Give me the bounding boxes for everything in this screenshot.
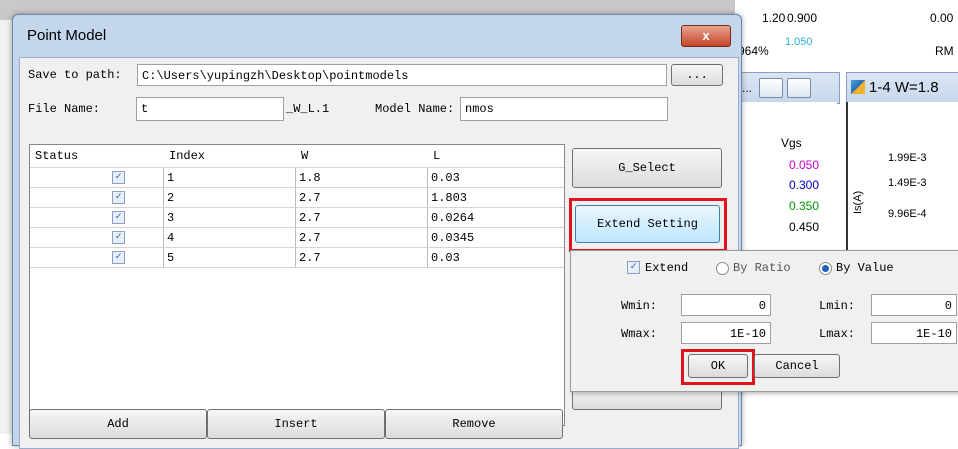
bg-window-title: 1-4 W=1.8 [869, 79, 939, 96]
table-header: Status Index W L [30, 145, 564, 168]
cell-w[interactable]: 2.7 [295, 248, 427, 267]
extend-label: Extend [645, 261, 689, 275]
cell-w[interactable]: 2.7 [295, 188, 427, 207]
bg-value: 1.20 [762, 11, 786, 25]
wmax-label: Wmax: [621, 327, 658, 341]
vgs-label: Vgs [781, 136, 802, 150]
by-ratio-radio[interactable] [716, 262, 729, 275]
row-status-checkbox[interactable]: ✓ [112, 251, 125, 264]
cell-l[interactable]: 0.03 [427, 248, 564, 267]
table-row[interactable]: ✓ 3 2.7 0.0264 [30, 208, 564, 228]
file-name-label: File Name: [28, 102, 101, 116]
cell-index[interactable]: 4 [163, 228, 295, 247]
row-status-checkbox[interactable]: ✓ [112, 191, 125, 204]
table-row[interactable]: ✓ 1 1.8 0.03 [30, 168, 564, 188]
bg-ellipsis: ... [742, 81, 753, 95]
bg-value: 0.00 [930, 11, 954, 25]
y-axis-label: Is(A) [852, 190, 864, 214]
point-table: Status Index W L ✓ 1 1.8 0.03 ✓ 2 2.7 1.… [29, 144, 565, 426]
vgs-value: 0.050 [789, 158, 820, 172]
vgs-value: 0.300 [789, 178, 820, 192]
model-name-input[interactable]: nmos [460, 97, 668, 121]
wmax-input[interactable]: 1E-10 [681, 322, 771, 344]
file-name-suffix: _W_L.1 [286, 102, 330, 116]
chart-icon [851, 80, 865, 94]
bg-subwindow-bar-2: 1-4 W=1.8 [846, 72, 958, 104]
table-row[interactable]: ✓ 5 2.7 0.03 [30, 248, 564, 268]
file-name-input[interactable]: t [136, 97, 284, 121]
cell-l[interactable]: 0.0345 [427, 228, 564, 247]
dialog-title: Point Model [27, 27, 107, 44]
y-tick-label: 9.96E-4 [888, 208, 927, 220]
cell-w[interactable]: 2.7 [295, 208, 427, 227]
by-value-label: By Value [836, 261, 894, 275]
table-row[interactable]: ✓ 4 2.7 0.0345 [30, 228, 564, 248]
remove-button[interactable]: Remove [385, 409, 563, 439]
bg-current-chart: 1.99E-3 1.49E-3 9.96E-4 Is(A) [846, 102, 958, 252]
column-header-w[interactable]: W [301, 149, 308, 163]
add-button[interactable]: Add [29, 409, 207, 439]
row-status-checkbox[interactable]: ✓ [112, 211, 125, 224]
y-tick-label: 1.99E-3 [888, 152, 927, 164]
browse-button[interactable]: ... [671, 64, 723, 86]
by-value-radio[interactable] [819, 262, 832, 275]
minimize-button[interactable] [759, 78, 783, 98]
column-header-status[interactable]: Status [35, 149, 78, 163]
lmin-label: Lmin: [819, 299, 856, 313]
cell-index[interactable]: 5 [163, 248, 295, 267]
cell-index[interactable]: 2 [163, 188, 295, 207]
ok-highlight-box [681, 349, 755, 385]
restore-button[interactable] [787, 78, 811, 98]
column-header-l[interactable]: L [433, 149, 440, 163]
wmin-input[interactable]: 0 [681, 294, 771, 316]
cell-w[interactable]: 1.8 [295, 168, 427, 187]
save-path-input[interactable]: C:\Users\yupingzh\Desktop\pointmodels [137, 64, 667, 86]
row-status-checkbox[interactable]: ✓ [112, 231, 125, 244]
vgs-value: 0.450 [789, 220, 820, 234]
close-button[interactable]: x [681, 25, 731, 47]
highlight-box [569, 198, 727, 252]
bg-rm-label: RM [935, 44, 954, 58]
row-status-checkbox[interactable]: ✓ [112, 171, 125, 184]
cell-l[interactable]: 0.0264 [427, 208, 564, 227]
bg-percent: 964% [738, 44, 769, 58]
lmax-input[interactable]: 1E-10 [871, 322, 957, 344]
g-select-button[interactable]: G_Select [572, 148, 722, 188]
by-ratio-label: By Ratio [733, 261, 791, 275]
insert-button[interactable]: Insert [207, 409, 385, 439]
cell-index[interactable]: 3 [163, 208, 295, 227]
wmin-label: Wmin: [621, 299, 658, 313]
bg-value-cyan: 1.050 [785, 36, 813, 48]
cell-l[interactable]: 0.03 [427, 168, 564, 187]
cancel-button[interactable]: Cancel [754, 354, 840, 378]
model-name-label: Model Name: [375, 102, 455, 116]
bg-value: 0.900 [787, 11, 818, 25]
cell-index[interactable]: 1 [163, 168, 295, 187]
extend-checkbox[interactable]: ✓ [627, 261, 640, 274]
lmax-label: Lmax: [819, 327, 856, 341]
y-tick-label: 1.49E-3 [888, 177, 927, 189]
column-header-index[interactable]: Index [169, 149, 205, 163]
cell-l[interactable]: 1.803 [427, 188, 564, 207]
table-row[interactable]: ✓ 2 2.7 1.803 [30, 188, 564, 208]
vgs-value: 0.350 [789, 199, 820, 213]
lmin-input[interactable]: 0 [871, 294, 957, 316]
cell-w[interactable]: 2.7 [295, 228, 427, 247]
save-path-label: Save to path: [28, 68, 122, 82]
bg-vgs-legend: Vgs 0.050 0.300 0.350 0.450 [740, 102, 837, 252]
extend-settings-panel: ✓ Extend By Ratio By Value Wmin: 0 Lmin:… [570, 250, 958, 392]
bg-subwindow-bar: ... [738, 72, 840, 104]
